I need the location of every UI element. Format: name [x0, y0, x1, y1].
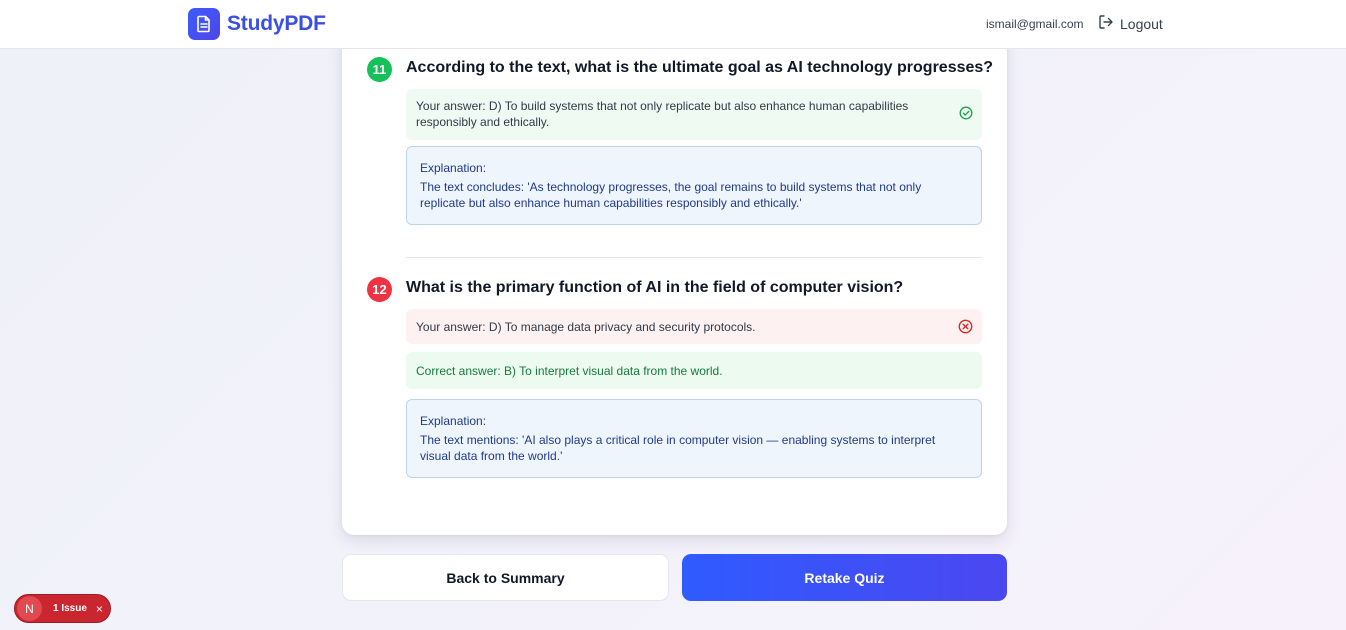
- correct-answer-text: Correct answer: B) To interpret visual d…: [416, 364, 723, 378]
- back-to-summary-button[interactable]: Back to Summary: [342, 554, 669, 601]
- issues-count-label: 1 Issue: [53, 603, 87, 614]
- your-answer-text: Your answer: D) To build systems that no…: [416, 99, 909, 129]
- explanation-label: Explanation:: [420, 414, 487, 428]
- your-answer-box: Your answer: D) To build systems that no…: [406, 89, 982, 140]
- question-text: What is the primary function of AI in th…: [406, 279, 904, 296]
- question-text: According to the text, what is the ultim…: [406, 59, 994, 76]
- explanation-box: Explanation: The text concludes: 'As tec…: [406, 146, 982, 225]
- explanation-box: Explanation: The text mentions: 'AI also…: [406, 399, 982, 478]
- explanation-label: Explanation:: [420, 161, 487, 175]
- explanation-text: The text concludes: 'As technology progr…: [420, 180, 922, 210]
- logout-label: Logout: [1120, 15, 1163, 32]
- logout-icon: [1098, 14, 1120, 33]
- x-circle-icon: [958, 319, 973, 338]
- app-name: StudyPDF: [227, 12, 326, 35]
- your-answer-box: Your answer: D) To manage data privacy a…: [406, 309, 982, 344]
- close-icon[interactable]: ×: [96, 602, 103, 616]
- question-divider: [406, 257, 982, 258]
- correct-answer-box: Correct answer: B) To interpret visual d…: [406, 352, 982, 389]
- top-header: StudyPDF ismail@gmail.com Logout: [0, 0, 1346, 49]
- check-circle-icon: [959, 106, 973, 124]
- question-number-badge: 12: [367, 277, 392, 302]
- explanation-text: The text mentions: 'AI also plays a crit…: [420, 433, 936, 463]
- question-number-badge: 11: [367, 57, 392, 82]
- your-answer-text: Your answer: D) To manage data privacy a…: [416, 320, 756, 334]
- quiz-results-card: 11 According to the text, what is the ul…: [342, 30, 1007, 535]
- dev-issues-badge[interactable]: N 1 Issue ×: [14, 594, 111, 623]
- app-logo[interactable]: StudyPDF: [188, 8, 326, 40]
- retake-quiz-button[interactable]: Retake Quiz: [682, 554, 1007, 601]
- user-email: ismail@gmail.com: [986, 17, 1084, 31]
- document-icon: [188, 8, 220, 40]
- nextjs-logo-icon: N: [17, 596, 42, 621]
- logout-button[interactable]: Logout: [1098, 14, 1163, 33]
